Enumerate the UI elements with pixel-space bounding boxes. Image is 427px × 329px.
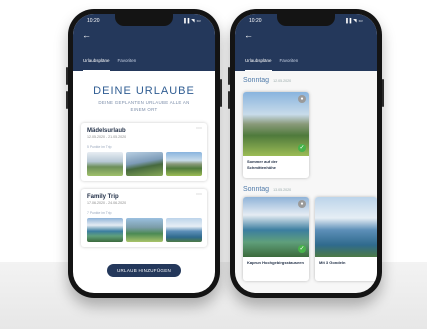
status-icons: ▐▐ ◥ ▭ — [182, 18, 201, 23]
arrow-left-icon[interactable]: ← — [82, 31, 91, 40]
poi-card[interactable]: Mit 3 Gondeln — [315, 197, 377, 281]
trip-title: Mädelsurlaub — [87, 128, 126, 134]
day-date: 13.05.2020 — [273, 188, 292, 192]
poi-name: Sommer auf der Schmittenhöhe — [247, 159, 278, 170]
notch — [277, 14, 335, 26]
trip-thumbnail[interactable] — [87, 152, 124, 176]
status-time: 10:20 — [249, 18, 262, 24]
pin-icon[interactable]: ● — [298, 95, 306, 103]
tab-bar: Urlaubspläne Favoriten — [73, 55, 215, 71]
trip-card[interactable]: Mädelsurlaub 12.05.2020 - 21.05.2020 ⋯ 5… — [81, 123, 207, 181]
tab-favorites[interactable]: Favoriten — [276, 55, 303, 71]
add-vacation-button[interactable]: URLAUB HINZUFÜGEN — [107, 264, 181, 277]
trip-thumbnail[interactable] — [126, 152, 163, 176]
right-screen: 10:20 ▐▐ ◥ ▭ ← Urlaubspläne Favoriten So… — [235, 14, 377, 293]
poi-card[interactable]: ● ✓ Kaprun Hochgebirgsstauseen — [243, 197, 309, 281]
poi-name: Mit 3 Gondeln — [319, 260, 346, 265]
trip-thumbnail[interactable] — [126, 218, 163, 242]
trip-thumbnail[interactable] — [87, 218, 124, 242]
more-dots-icon[interactable]: ⋯ — [196, 125, 202, 132]
day-title: Sonntag — [243, 77, 270, 84]
trip-thumbnails — [87, 152, 202, 176]
phone-left: 10:20 ▐▐ ◥ ▭ ← Urlaubspläne Favoriten DE… — [66, 9, 222, 298]
page-subtitle: DEINE GEPLANTEN URLAUBE ALLE AN EINEM OR… — [98, 100, 190, 112]
check-icon[interactable]: ✓ — [298, 245, 306, 253]
trip-title: Family Trip — [87, 194, 119, 200]
status-icons: ▐▐ ◥ ▭ — [344, 18, 363, 23]
trip-thumbnails — [87, 218, 202, 242]
poi-card[interactable]: ● ✓ Sommer auf der Schmittenhöhe — [243, 92, 309, 178]
notch — [115, 14, 173, 26]
arrow-left-icon[interactable]: ← — [244, 31, 253, 40]
status-time: 10:20 — [87, 18, 100, 24]
pin-icon[interactable]: ● — [298, 200, 306, 208]
more-dots-icon[interactable]: ⋯ — [196, 191, 202, 198]
trip-thumbnail[interactable] — [165, 218, 202, 242]
trip-sublabel: 7 Punkte im Trip — [87, 211, 112, 215]
poi-name: Kaprun Hochgebirgsstauseen — [247, 260, 304, 265]
tab-bar: Urlaubspläne Favoriten — [235, 55, 377, 71]
trip-sublabel: 5 Punkte im Trip — [87, 145, 112, 149]
left-screen: 10:20 ▐▐ ◥ ▭ ← Urlaubspläne Favoriten DE… — [73, 14, 215, 293]
poi-image — [315, 197, 377, 257]
tab-plans[interactable]: Urlaubspläne — [241, 55, 276, 71]
day-header: Sonntag 13.05.2020 — [243, 186, 291, 193]
page-title: DEINE URLAUBE — [93, 85, 195, 97]
trip-dates: 12.05.2020 - 21.05.2020 — [87, 135, 127, 139]
day-date: 12.05.2020 — [273, 79, 292, 83]
check-icon[interactable]: ✓ — [298, 144, 306, 152]
tab-favorites[interactable]: Favoriten — [114, 55, 141, 71]
trip-card[interactable]: Family Trip 17.06.2020 - 24.06.2020 ⋯ 7 … — [81, 189, 207, 247]
day-title: Sonntag — [243, 186, 270, 193]
trip-dates: 17.06.2020 - 24.06.2020 — [87, 201, 127, 205]
trip-thumbnail[interactable] — [165, 152, 202, 176]
tab-plans[interactable]: Urlaubspläne — [79, 55, 114, 71]
phone-right: 10:20 ▐▐ ◥ ▭ ← Urlaubspläne Favoriten So… — [228, 9, 384, 298]
day-header: Sonntag 12.05.2020 — [243, 77, 377, 84]
